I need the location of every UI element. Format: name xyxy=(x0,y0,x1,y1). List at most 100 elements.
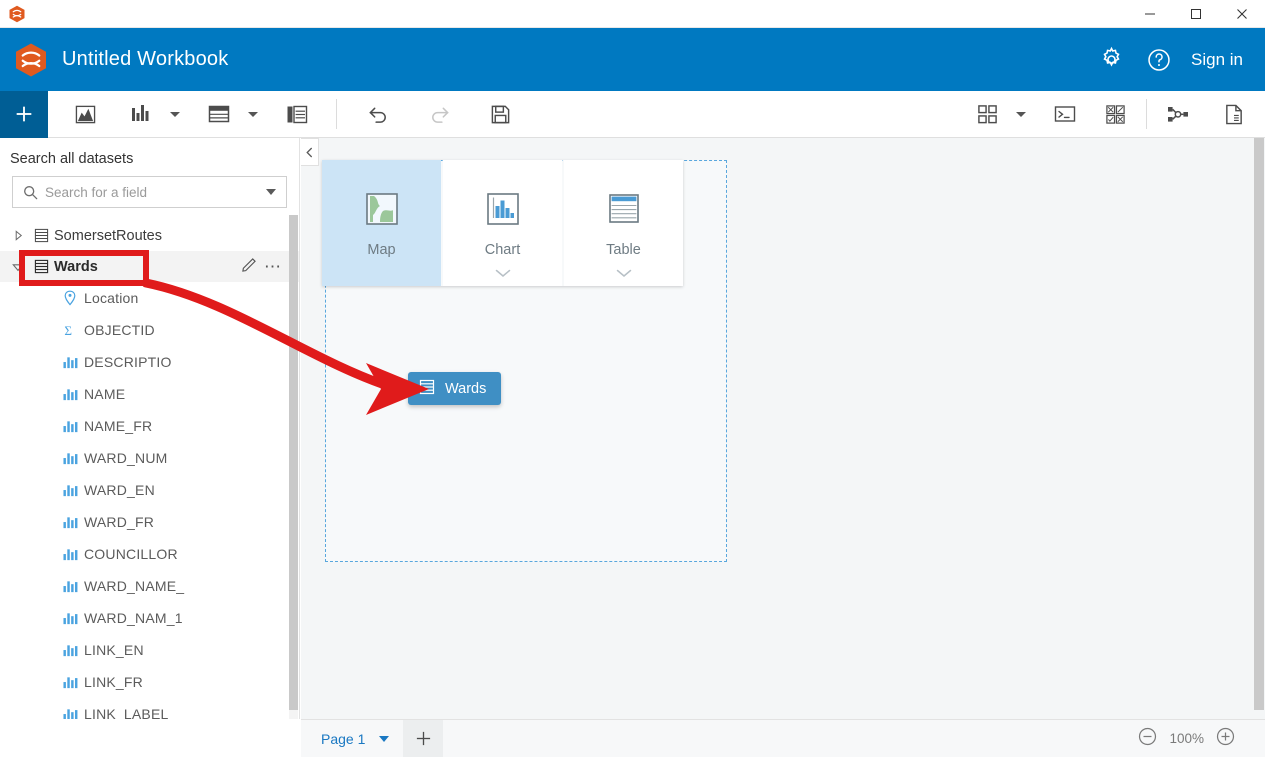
console-icon[interactable] xyxy=(1048,91,1082,138)
list-item[interactable]: NAME xyxy=(0,378,299,410)
card-type-label: Table xyxy=(606,242,641,258)
table-icon[interactable] xyxy=(202,91,236,138)
list-item[interactable]: WARD_FR xyxy=(0,506,299,538)
minus-circle-icon[interactable] xyxy=(1138,727,1157,751)
dataset-row-somersetroutes[interactable]: SomersetRoutes xyxy=(0,220,299,251)
dataset-table-icon xyxy=(419,379,435,399)
toolbar-history-group xyxy=(351,91,517,138)
workbook-title: Untitled Workbook xyxy=(62,48,229,70)
table-thumb-icon xyxy=(608,186,640,232)
sidebar-scrollbar-thumb[interactable] xyxy=(289,215,298,710)
dataset-name: Wards xyxy=(54,258,98,275)
ellipsis-icon[interactable]: ⋯ xyxy=(264,258,283,275)
workbook-canvas[interactable]: Map Chart Table Wards xyxy=(301,138,1265,719)
number-field-icon: Σ xyxy=(56,323,84,338)
field-name: NAME xyxy=(84,386,126,402)
field-list: Location Σ OBJECTID DESCRIPTIO NAME NAME… xyxy=(0,282,299,757)
list-item[interactable]: WARD_NAM_1 xyxy=(0,602,299,634)
data-panel-sidebar: Search all datasets Search for a field S… xyxy=(0,138,300,757)
chevron-down-icon[interactable] xyxy=(266,189,276,195)
dataset-table-icon xyxy=(28,228,54,243)
chevron-down-icon[interactable] xyxy=(379,735,390,742)
string-field-icon xyxy=(56,516,84,529)
chevron-down-icon[interactable] xyxy=(616,268,632,280)
field-name: WARD_NUM xyxy=(84,450,168,466)
card-type-map[interactable]: Map xyxy=(322,160,441,286)
string-field-icon xyxy=(56,420,84,433)
dragged-dataset-chip[interactable]: Wards xyxy=(408,372,502,405)
table-dropdown-caret[interactable] xyxy=(240,91,264,138)
chart-dropdown-caret[interactable] xyxy=(162,91,186,138)
string-field-icon xyxy=(56,644,84,657)
chevron-right-icon[interactable] xyxy=(8,230,28,241)
report-page-icon[interactable] xyxy=(1217,91,1251,138)
canvas-scrollbar-thumb[interactable] xyxy=(1254,138,1264,710)
plus-circle-icon[interactable] xyxy=(1216,727,1235,751)
chevron-down-icon[interactable] xyxy=(8,261,28,273)
list-item[interactable]: Location xyxy=(0,282,299,314)
window-close-button[interactable] xyxy=(1219,0,1265,28)
field-name: WARD_NAME_ xyxy=(84,578,185,594)
save-icon[interactable] xyxy=(483,91,517,138)
field-name: Location xyxy=(84,290,139,306)
list-item[interactable]: COUNCILLOR xyxy=(0,538,299,570)
sidebar-title: Search all datasets xyxy=(10,151,134,167)
field-name: OBJECTID xyxy=(84,322,155,338)
card-layout-icon[interactable] xyxy=(1098,91,1132,138)
page-tab-page-1[interactable]: Page 1 xyxy=(301,720,403,757)
app-logo-icon-large xyxy=(0,41,62,79)
zoom-controls: 100% xyxy=(1138,727,1265,751)
field-search-box[interactable] xyxy=(12,176,287,208)
add-card-button[interactable] xyxy=(0,90,48,138)
sidebar-collapse-button[interactable] xyxy=(301,138,319,166)
chevron-down-icon[interactable] xyxy=(495,268,511,280)
map-icon[interactable] xyxy=(68,91,102,138)
list-item[interactable]: LINK_EN xyxy=(0,634,299,666)
main-toolbar xyxy=(0,90,1265,138)
sign-in-link[interactable]: Sign in xyxy=(1185,50,1251,70)
status-bar: Page 1 100% xyxy=(301,719,1265,757)
list-item[interactable]: WARD_NUM xyxy=(0,442,299,474)
toolbar-divider-2 xyxy=(1146,99,1147,129)
chip-label: Wards xyxy=(445,380,487,397)
bar-chart-icon[interactable] xyxy=(124,91,158,138)
list-item[interactable]: WARD_NAME_ xyxy=(0,570,299,602)
layout-dropdown-caret[interactable] xyxy=(1008,91,1032,138)
card-type-label: Map xyxy=(367,242,396,258)
pencil-icon[interactable] xyxy=(241,256,258,278)
header-actions: Sign in xyxy=(1089,38,1265,82)
card-type-picker: Map Chart Table xyxy=(322,160,683,286)
help-circle-icon[interactable] xyxy=(1137,38,1181,82)
list-item[interactable]: LINK_FR xyxy=(0,666,299,698)
string-field-icon xyxy=(56,356,84,369)
application-window: Untitled Workbook Sign in Search all dat… xyxy=(0,0,1265,757)
cards-icon[interactable] xyxy=(280,91,314,138)
search-icon xyxy=(19,185,41,200)
dataset-row-wards[interactable]: Wards ⋯ xyxy=(0,251,299,282)
window-maximize-button[interactable] xyxy=(1173,0,1219,28)
list-item[interactable]: DESCRIPTIO xyxy=(0,346,299,378)
string-field-icon xyxy=(56,548,84,561)
dataset-table-icon xyxy=(28,259,54,274)
app-logo-icon xyxy=(8,5,26,23)
field-name: WARD_EN xyxy=(84,482,155,498)
card-type-table[interactable]: Table xyxy=(564,160,683,286)
search-input[interactable] xyxy=(41,184,266,200)
location-field-icon xyxy=(56,290,84,306)
toolbar-divider-1 xyxy=(336,99,337,129)
list-item[interactable]: Σ OBJECTID xyxy=(0,314,299,346)
add-page-button[interactable] xyxy=(403,719,444,757)
list-item[interactable]: WARD_EN xyxy=(0,474,299,506)
redo-icon[interactable] xyxy=(422,91,457,138)
field-name: LINK_FR xyxy=(84,674,143,690)
layout-grid-icon[interactable] xyxy=(970,91,1004,138)
chevron-down-icon xyxy=(248,111,258,117)
undo-icon[interactable] xyxy=(361,91,396,138)
status-bar-left-filler xyxy=(0,719,301,757)
svg-text:Σ: Σ xyxy=(64,323,72,338)
window-minimize-button[interactable] xyxy=(1127,0,1173,28)
list-item[interactable]: NAME_FR xyxy=(0,410,299,442)
gear-icon[interactable] xyxy=(1089,38,1133,82)
card-type-chart[interactable]: Chart xyxy=(443,160,562,286)
analysis-network-icon[interactable] xyxy=(1161,91,1195,138)
